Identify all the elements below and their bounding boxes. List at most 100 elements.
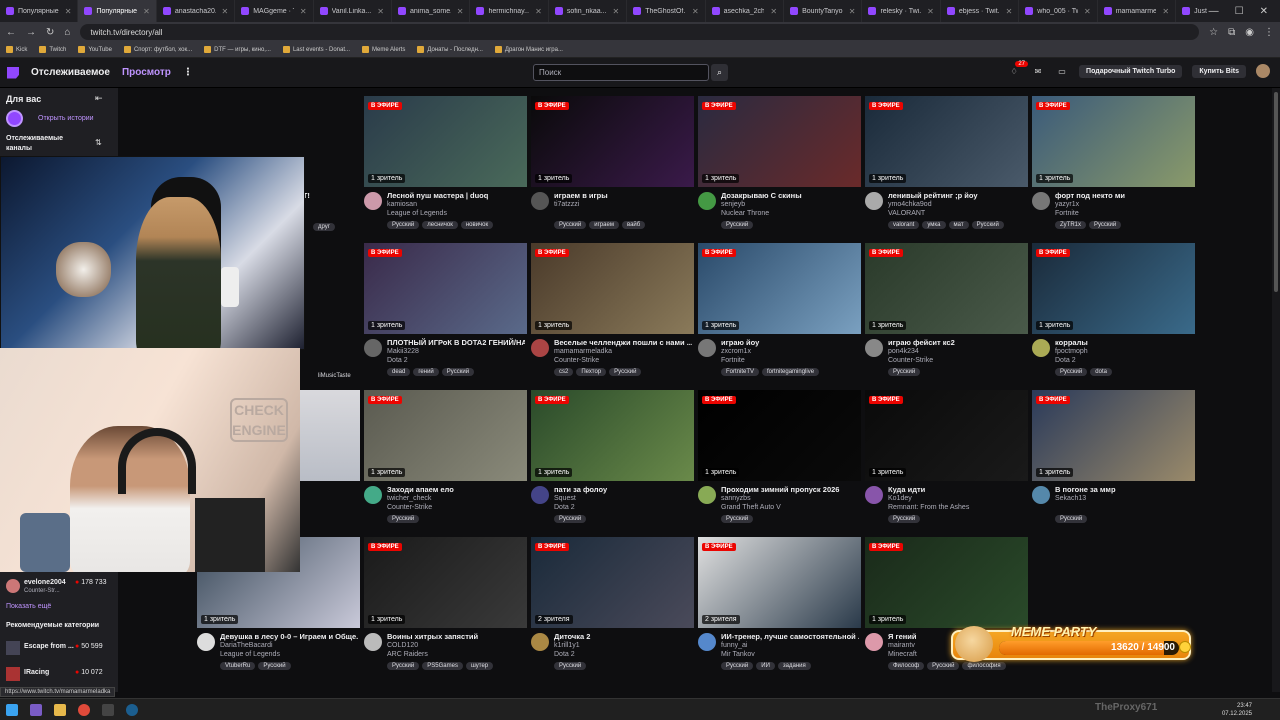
channel-name[interactable]: twicher_check <box>387 495 431 502</box>
stream-card[interactable]: В ЭФИРЕ 1 зритель ленивый рейтинг ;р йоу ym… <box>865 96 1028 236</box>
category-name[interactable]: Escape from ... <box>24 643 74 650</box>
stream-title[interactable]: играю йоу <box>721 338 859 347</box>
stream-tag[interactable]: Русский <box>888 515 921 523</box>
chrome-icon[interactable] <box>78 703 90 716</box>
stories-avatar[interactable] <box>6 110 23 127</box>
nav-following[interactable]: Отслеживаемое <box>31 67 110 78</box>
channel-name[interactable]: ymo4chka9od <box>888 201 932 208</box>
category-link[interactable]: Counter-Strike <box>888 357 933 364</box>
stream-title[interactable]: форт под некто ми <box>1055 191 1193 200</box>
close-tab-icon[interactable]: ✕ <box>849 7 856 16</box>
stream-title[interactable]: Девушка в лесу 0-0 – Играем и Обще... <box>220 632 358 641</box>
category-link[interactable]: Remnant: From the Ashes <box>888 504 969 511</box>
stream-thumbnail[interactable]: В ЭФИРЕ 1 зритель <box>531 390 694 481</box>
stream-tag[interactable]: Русский <box>1055 515 1088 523</box>
stream-card[interactable]: В ЭФИРЕ 1 зритель В погоне за ммр Sekach13 Р… <box>1032 390 1195 530</box>
bookmark-item[interactable]: Last events - Donat... <box>282 46 350 53</box>
stream-thumbnail[interactable]: В ЭФИРЕ 2 зрителя <box>531 537 694 628</box>
twitch-logo-icon[interactable] <box>7 66 19 79</box>
channel-name[interactable]: DariaTheBacardi <box>220 642 273 649</box>
stream-tag[interactable]: философия <box>962 662 1006 670</box>
category-link[interactable]: Grand Theft Auto V <box>721 504 781 511</box>
close-tab-icon[interactable]: ✕ <box>457 7 464 16</box>
channel-name[interactable]: senjeyb <box>721 201 745 208</box>
back-icon[interactable]: ← <box>6 27 16 38</box>
explorer-icon[interactable] <box>54 703 66 716</box>
category-link[interactable]: Counter-Strike <box>387 504 432 511</box>
channel-avatar[interactable] <box>698 192 716 210</box>
stream-tag[interactable]: fortnitegaminglive <box>762 368 820 376</box>
channel-avatar[interactable] <box>865 192 883 210</box>
stream-thumbnail[interactable]: В ЭФИРЕ 1 зритель <box>865 243 1028 334</box>
stream-thumbnail[interactable]: В ЭФИРЕ 1 зритель <box>364 96 527 187</box>
maximize-icon[interactable]: ☐ <box>1235 6 1244 17</box>
sort-icon[interactable]: ⇅ <box>95 138 102 147</box>
close-tab-icon[interactable]: ✕ <box>692 7 699 16</box>
stream-card[interactable]: В ЭФИРЕ 2 зрителя Диточка 2 k1rill1y1 Dota 2… <box>531 537 694 677</box>
profile-icon[interactable]: ◉ <box>1245 27 1254 38</box>
stream-tag[interactable]: вайб <box>621 221 646 229</box>
channel-avatar[interactable] <box>698 486 716 504</box>
stream-tag[interactable]: умка <box>922 221 946 229</box>
stream-card[interactable]: В ЭФИРЕ 1 зритель Дозакрываю С скины senjey… <box>698 96 861 236</box>
browser-tab[interactable]: BountyTanyo... ✕ <box>784 0 863 22</box>
browser-tab[interactable]: anastacha20... ✕ <box>157 0 236 22</box>
stream-thumbnail[interactable]: В ЭФИРЕ 1 зритель <box>698 390 861 481</box>
stream-thumbnail[interactable]: В ЭФИРЕ 1 зритель <box>1032 243 1195 334</box>
channel-avatar[interactable] <box>865 486 883 504</box>
buy-bits-button[interactable]: Купить Bits <box>1192 64 1246 78</box>
bookmark-item[interactable]: Спорт: футбол, хок... <box>123 46 192 53</box>
stream-tag[interactable]: Русский <box>1055 368 1088 376</box>
close-tab-icon[interactable]: ✕ <box>927 7 934 16</box>
channel-avatar[interactable] <box>531 486 549 504</box>
bookmark-star-icon[interactable]: ☆ <box>1209 27 1218 38</box>
whispers-icon[interactable]: ▭ <box>1055 67 1069 76</box>
stream-tag[interactable]: задания <box>777 662 811 670</box>
browser-tab[interactable]: asechka_2ch... ✕ <box>706 0 785 22</box>
channel-avatar[interactable] <box>364 486 382 504</box>
stream-card[interactable]: В ЭФИРЕ 1 зритель играю фейсит кс2 pon4k234… <box>865 243 1028 383</box>
close-tab-icon[interactable]: ✕ <box>65 7 72 16</box>
channel-name[interactable]: Makii3228 <box>387 348 419 355</box>
category-link[interactable]: Dota 2 <box>1055 357 1076 364</box>
category-link[interactable]: Nuclear Throne <box>721 210 769 217</box>
stream-tag[interactable]: Русский <box>554 221 587 229</box>
stream-card[interactable]: В ЭФИРЕ 1 зритель Лесной пуш мастера | duo… <box>364 96 527 236</box>
url-field[interactable]: twitch.tv/directory/all <box>80 24 1200 40</box>
category-link[interactable]: League of Legends <box>387 210 447 217</box>
stream-tag[interactable]: ZyTR1x <box>1055 221 1086 229</box>
stream-tag[interactable]: Русский <box>927 662 960 670</box>
channel-name[interactable]: mamamarmeladka <box>554 348 612 355</box>
category-box-art[interactable] <box>6 641 20 655</box>
stream-title[interactable]: Воины хитрых запястий <box>387 632 525 641</box>
channel-avatar[interactable] <box>865 339 883 357</box>
close-tab-icon[interactable]: ✕ <box>1084 7 1091 16</box>
inbox-icon[interactable]: ✉ <box>1031 67 1045 76</box>
category-link[interactable]: Minecraft <box>888 651 917 658</box>
windows-start-icon[interactable] <box>6 703 18 716</box>
browser-tab[interactable]: anima_some... ✕ <box>392 0 471 22</box>
channel-avatar[interactable] <box>531 633 549 651</box>
channel-avatar[interactable] <box>865 633 883 651</box>
close-tab-icon[interactable]: ✕ <box>377 7 384 16</box>
channel-name[interactable]: mairantv <box>888 642 915 649</box>
category-link[interactable]: Mir Tankov <box>721 651 755 658</box>
browser-tab[interactable]: MAGgeme · T... ✕ <box>235 0 314 22</box>
close-tab-icon[interactable]: ✕ <box>613 7 620 16</box>
browser-tab[interactable]: Популярные... ✕ <box>78 0 157 22</box>
stream-thumbnail[interactable]: В ЭФИРЕ 1 зритель <box>698 243 861 334</box>
stream-thumbnail[interactable]: В ЭФИРЕ 1 зритель <box>1032 390 1195 481</box>
stream-tag[interactable]: Русский <box>387 662 420 670</box>
stream-tag[interactable]: VtuberRu <box>220 662 256 670</box>
taskbar-clock[interactable]: 23:47 07.12.2025 <box>1222 702 1252 718</box>
channel-avatar[interactable] <box>531 339 549 357</box>
stream-card[interactable]: В ЭФИРЕ 1 зритель Куда идти Ko1dey Remnant: … <box>865 390 1028 530</box>
collapse-sidebar-icon[interactable]: ⇤ <box>95 93 103 104</box>
forward-icon[interactable]: → <box>26 27 36 38</box>
stream-thumbnail[interactable]: В ЭФИРЕ 2 зрителя <box>698 537 861 628</box>
search-input[interactable]: Поиск <box>533 64 709 81</box>
reload-icon[interactable]: ↻ <box>46 27 54 38</box>
stream-tag[interactable]: valorant <box>888 221 920 229</box>
stream-tag[interactable]: Русский <box>387 515 420 523</box>
minimize-icon[interactable]: — <box>1209 6 1219 17</box>
